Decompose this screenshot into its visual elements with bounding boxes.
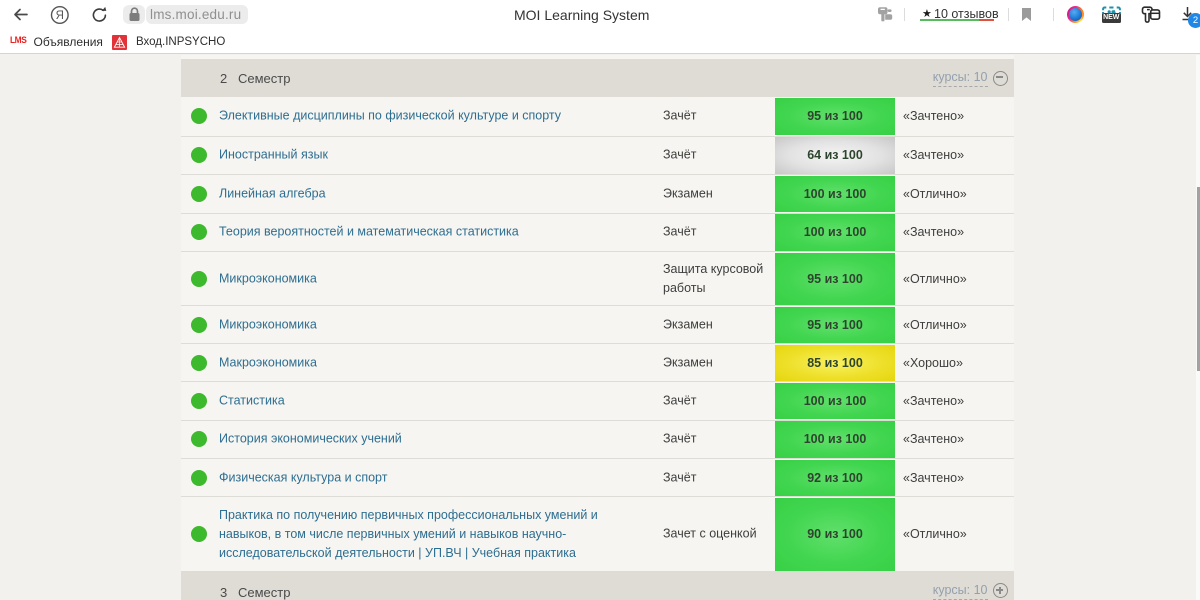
svg-text:Я: Я xyxy=(56,10,64,22)
